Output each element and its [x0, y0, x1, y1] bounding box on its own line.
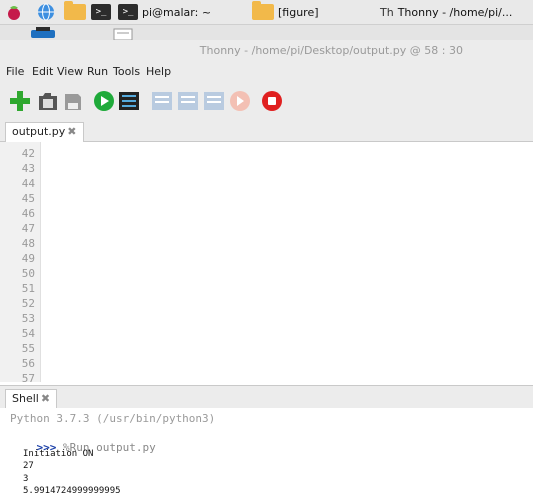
step-out-icon[interactable]	[203, 90, 225, 112]
menu-file[interactable]: File	[6, 65, 24, 78]
shell-version-line: Python 3.7.3 (/usr/bin/python3)	[10, 412, 216, 425]
file-manager-icon[interactable]	[64, 1, 86, 22]
line-number: 45	[21, 192, 35, 205]
menu-bar: File Edit View Run Tools Help	[0, 62, 533, 82]
code-editor[interactable]: 42 43 44 45 46 47 48 49 50 51 52 53 54 5…	[0, 142, 533, 382]
line-number: 49	[21, 252, 35, 265]
tab-output-py[interactable]: output.py ✖	[5, 122, 84, 142]
window-title: Thonny - /home/pi/Desktop/output.py @ 58…	[199, 44, 463, 57]
menu-run[interactable]: Run	[87, 65, 108, 78]
line-number: 54	[21, 327, 35, 340]
shell-output-line: Initiation ON	[23, 449, 94, 459]
os-taskbar: >_ >_ pi@malar: ~ [figure] Th Thonny - /…	[0, 0, 533, 25]
terminal-icon: >_	[118, 4, 138, 20]
line-number: 43	[21, 162, 35, 175]
line-number: 42	[21, 147, 35, 160]
toolbar	[0, 83, 533, 119]
step-into-icon[interactable]	[177, 90, 199, 112]
taskbar-thonny-window[interactable]: Th Thonny - /home/pi/...	[380, 1, 530, 23]
menu-tools[interactable]: Tools	[113, 65, 140, 78]
raspberry-menu-icon[interactable]	[4, 2, 24, 22]
line-number: 48	[21, 237, 35, 250]
line-number: 47	[21, 222, 35, 235]
terminal-launcher-icon[interactable]: >_	[90, 2, 112, 22]
tab-shell[interactable]: Shell ✖	[5, 389, 58, 409]
menu-help[interactable]: Help	[146, 65, 171, 78]
menu-view[interactable]: View	[57, 65, 83, 78]
doc-toolbar-icon[interactable]	[112, 27, 134, 40]
new-file-icon[interactable]	[9, 90, 31, 112]
taskbar-thonny-label: Thonny - /home/pi/...	[397, 5, 513, 19]
step-over-icon[interactable]	[151, 90, 173, 112]
line-number: 51	[21, 282, 35, 295]
resume-icon[interactable]	[229, 90, 251, 112]
shell-output-line: 27	[23, 461, 34, 471]
line-number: 53	[21, 312, 35, 325]
close-shell-icon[interactable]: ✖	[41, 392, 50, 405]
run-icon[interactable]	[93, 90, 115, 112]
window-top-strip	[0, 25, 533, 40]
folder-icon	[252, 1, 274, 20]
line-number-gutter: 42 43 44 45 46 47 48 49 50 51 52 53 54 5…	[0, 142, 41, 382]
shell-output-line: 3	[23, 474, 29, 484]
taskbar-terminal-label: pi@malar: ~	[142, 5, 212, 19]
blue-toolbar-icon[interactable]	[28, 26, 58, 39]
shell-output-line: 5.9914724999999995	[23, 486, 121, 496]
shell-tab-label: Shell	[12, 392, 39, 405]
debug-icon[interactable]	[118, 90, 140, 112]
menu-edit[interactable]: Edit	[32, 65, 53, 78]
browser-globe-icon[interactable]	[35, 2, 57, 22]
close-tab-icon[interactable]: ✖	[67, 125, 76, 138]
taskbar-folder-window[interactable]: [figure]	[252, 1, 372, 23]
tab-label: output.py	[12, 125, 66, 138]
thonny-logo-icon: Th	[380, 5, 394, 19]
line-number: 52	[21, 297, 35, 310]
shell-panel[interactable]: Python 3.7.3 (/usr/bin/python3) >>> %Run…	[0, 408, 533, 503]
taskbar-folder-label: [figure]	[278, 5, 319, 19]
line-number: 55	[21, 342, 35, 355]
line-number: 46	[21, 207, 35, 220]
open-file-icon[interactable]	[37, 90, 59, 112]
line-number: 57	[21, 372, 35, 382]
shell-tab-bar: Shell ✖	[0, 385, 533, 409]
line-number: 50	[21, 267, 35, 280]
line-number: 56	[21, 357, 35, 370]
taskbar-terminal-window[interactable]: >_ pi@malar: ~	[118, 1, 246, 23]
stop-icon[interactable]	[261, 90, 283, 112]
editor-tab-bar: output.py ✖	[0, 119, 533, 142]
line-number: 44	[21, 177, 35, 190]
save-file-icon[interactable]	[62, 90, 84, 112]
